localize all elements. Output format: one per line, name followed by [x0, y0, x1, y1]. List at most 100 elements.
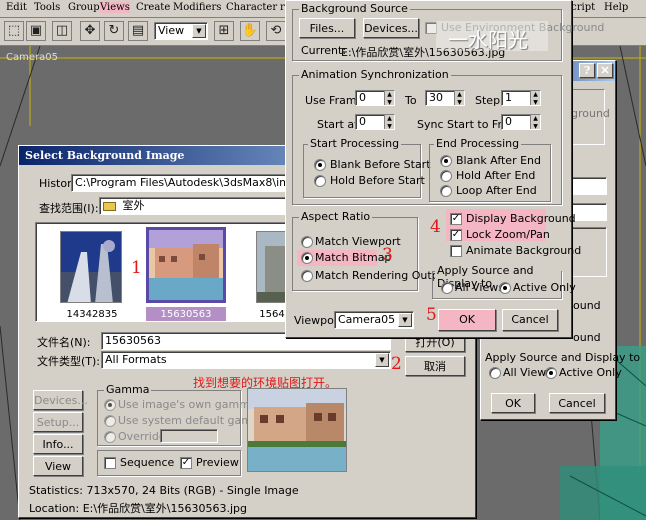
- region-select-icon[interactable]: ▣: [26, 21, 46, 41]
- sequence-checkbox[interactable]: [104, 457, 116, 469]
- lock-zoom-pan-checkbox[interactable]: ✓: [450, 229, 462, 241]
- back-field-2[interactable]: [571, 203, 607, 221]
- preview-checkbox[interactable]: ✓: [180, 457, 192, 469]
- loop-after-end-radio[interactable]: [440, 185, 452, 197]
- thumbnail-image[interactable]: [60, 231, 122, 303]
- blank-after-end-label: Blank After End: [456, 154, 541, 167]
- display-background-checkbox[interactable]: ✓: [450, 213, 462, 225]
- blank-before-start-label: Blank Before Start: [330, 158, 431, 171]
- devices-button[interactable]: Devices...: [363, 18, 419, 38]
- blank-after-end-radio[interactable]: [440, 155, 452, 167]
- hold-after-end-radio[interactable]: [440, 170, 452, 182]
- menu-tools[interactable]: Tools: [34, 2, 60, 13]
- menu-modifiers[interactable]: Modifiers: [173, 2, 221, 13]
- hold-before-start-label: Hold Before Start: [330, 174, 425, 187]
- menu-views[interactable]: Views: [100, 2, 130, 13]
- spinner-arrows-icon: ▲ ▼: [384, 115, 394, 129]
- filetype-dropdown[interactable]: All Formats ▼: [101, 351, 391, 369]
- gamma-own-radio[interactable]: [104, 399, 116, 411]
- annotation-3: 3: [382, 245, 393, 265]
- annotation-4: 4: [430, 217, 441, 237]
- gamma-override-radio[interactable]: [104, 431, 116, 443]
- match-rendering-output-radio[interactable]: [301, 270, 313, 282]
- select-manipulate-icon[interactable]: ✋: [240, 21, 260, 41]
- menu-edit[interactable]: Edit: [6, 2, 27, 13]
- back-ok-button[interactable]: OK: [491, 393, 535, 413]
- match-bitmap-radio[interactable]: [301, 252, 313, 264]
- gamma-override-input[interactable]: [160, 429, 218, 443]
- back-active-only-label: Active Only: [559, 366, 622, 379]
- back-cancel-button[interactable]: Cancel: [549, 393, 605, 413]
- statistics-text: Statistics: 713x570, 24 Bits (RGB) - Sin…: [29, 484, 299, 497]
- background-source-title: Background Source: [299, 2, 410, 15]
- select-icon[interactable]: ⬚: [4, 21, 24, 41]
- help-button[interactable]: ?: [579, 63, 595, 78]
- aspect-ratio-title: Aspect Ratio: [299, 210, 373, 223]
- setup-button[interactable]: Setup...: [33, 412, 83, 432]
- spinner-arrows-icon: ▲ ▼: [530, 91, 540, 105]
- preview-picture: [248, 389, 346, 471]
- cancel-button[interactable]: Cancel: [502, 309, 558, 331]
- scale-icon[interactable]: ▤: [128, 21, 148, 41]
- gamma-default-radio[interactable]: [104, 415, 116, 427]
- move-icon[interactable]: ✥: [80, 21, 100, 41]
- chevron-down-icon: ▼: [398, 313, 412, 327]
- display-background-label: Display Background: [466, 212, 576, 225]
- pivot-icon[interactable]: ⊞: [214, 21, 234, 41]
- animate-background-checkbox[interactable]: [450, 245, 462, 257]
- blank-before-start-radio[interactable]: [314, 159, 326, 171]
- active-only-radio[interactable]: [499, 282, 511, 294]
- lookin-dropdown[interactable]: 室外: [99, 197, 295, 215]
- info-button[interactable]: Info...: [33, 434, 83, 454]
- view-button[interactable]: View: [33, 456, 83, 476]
- use-frame-spinner[interactable]: 0 ▲ ▼: [355, 90, 395, 106]
- filename-label: 文件名(N):: [37, 336, 91, 349]
- annotation-1: 1: [131, 258, 142, 278]
- back-fragment-3: ound: [573, 331, 601, 344]
- reference-coordinate-dropdown[interactable]: View ▼: [154, 22, 208, 40]
- start-at-spinner[interactable]: 0 ▲ ▼: [355, 114, 395, 130]
- step-spinner[interactable]: 1 ▲ ▼: [501, 90, 541, 106]
- menu-group[interactable]: Group: [68, 2, 100, 13]
- back-active-only-radio[interactable]: [545, 367, 557, 379]
- close-icon[interactable]: ✕: [597, 63, 613, 78]
- match-rendering-output-label: Match Rendering Output: [315, 269, 450, 282]
- chevron-down-icon: ▼: [192, 24, 206, 38]
- snap-icon[interactable]: ⟲: [266, 21, 286, 41]
- devices-button[interactable]: Devices...: [33, 390, 88, 410]
- all-views-radio[interactable]: [441, 282, 453, 294]
- hold-before-start-radio[interactable]: [314, 175, 326, 187]
- to-spinner[interactable]: 30 ▲ ▼: [425, 90, 465, 106]
- back-all-views-radio[interactable]: [489, 367, 501, 379]
- sequence-preview-group: Sequence ✓ Preview: [97, 450, 241, 476]
- image-preview: [247, 388, 347, 472]
- viewport-dropdown[interactable]: Camera05 ▼: [334, 311, 414, 329]
- thumbnail-list[interactable]: 14342835 15630563 1564: [35, 222, 295, 322]
- viewport-value: Camera05: [338, 313, 396, 326]
- back-apply-title: Apply Source and Display to: [485, 351, 641, 364]
- gamma-group: Gamma Use image's own gamma Use system d…: [97, 383, 269, 446]
- spinner-arrows-icon: ▲ ▼: [454, 91, 464, 105]
- step-value: 1: [505, 91, 512, 104]
- reference-coordinate-value: View: [158, 24, 185, 37]
- lookin-value: 室外: [122, 199, 145, 212]
- back-fragment-2: ound: [573, 299, 601, 312]
- location-text: Location: E:\作品欣赏\室外\15630563.jpg: [29, 502, 248, 515]
- match-viewport-radio[interactable]: [301, 236, 313, 248]
- menu-create[interactable]: Create: [136, 2, 170, 13]
- animate-background-label: Animate Background: [466, 244, 582, 257]
- active-only-label: Active Only: [513, 281, 576, 294]
- menu-help[interactable]: Help: [604, 2, 628, 13]
- menu-character[interactable]: Character: [226, 2, 277, 13]
- rotate-icon[interactable]: ↻: [104, 21, 124, 41]
- history-dropdown[interactable]: C:\Program Files\Autodesk\3dsMax8\images: [71, 174, 295, 192]
- filetype-label: 文件类型(T):: [37, 355, 101, 368]
- sync-start-spinner[interactable]: 0 ▲ ▼: [501, 114, 541, 130]
- files-button[interactable]: Files...: [299, 18, 355, 38]
- thumbnail-image-selected[interactable]: [146, 227, 226, 303]
- back-field-1[interactable]: [571, 177, 607, 195]
- ok-button[interactable]: OK: [438, 309, 496, 331]
- end-processing-title: End Processing: [434, 137, 522, 150]
- window-crossing-icon[interactable]: ◫: [52, 21, 72, 41]
- cancel-button[interactable]: 取消: [405, 356, 465, 376]
